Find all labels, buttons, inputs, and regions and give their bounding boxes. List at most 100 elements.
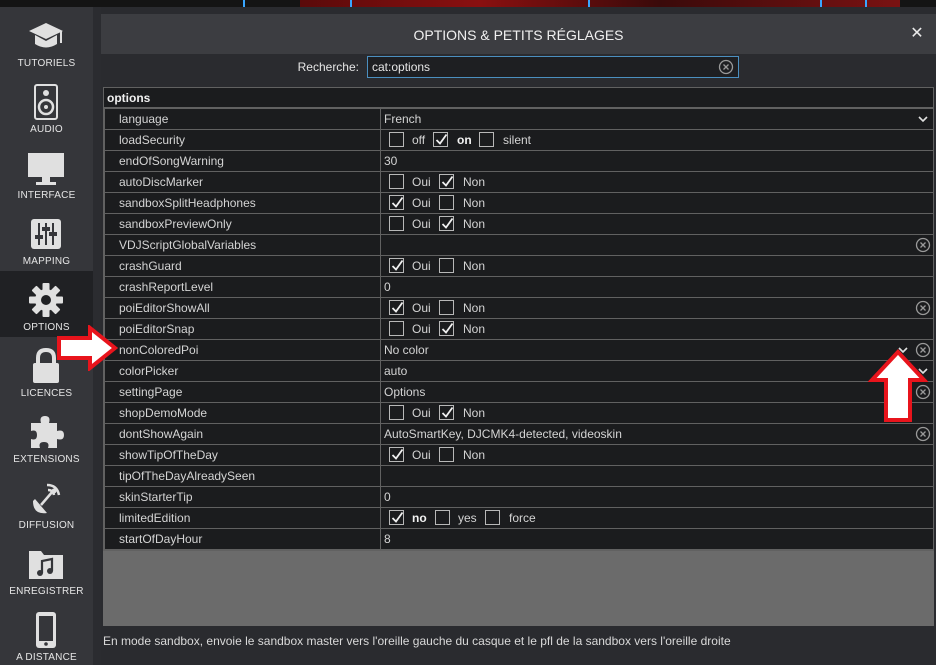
- sidebar-item-label: INTERFACE: [17, 190, 76, 201]
- sidebar-item-label: TUTORIELS: [17, 58, 76, 69]
- strip-marker: [588, 0, 590, 7]
- option-name: language: [105, 109, 380, 129]
- checkbox-oui[interactable]: [389, 174, 404, 189]
- option-value-field[interactable]: Options: [381, 382, 933, 402]
- option-value-field[interactable]: [381, 466, 933, 486]
- option-label: on: [457, 133, 472, 147]
- checkbox-silent[interactable]: [479, 132, 494, 147]
- option-value-dropdown[interactable]: auto: [381, 361, 933, 381]
- option-label: Non: [463, 217, 486, 231]
- sidebar-item-mapping[interactable]: MAPPING: [0, 205, 93, 271]
- option-value-dropdown[interactable]: French: [381, 109, 933, 129]
- sidebar-item-label: AUDIO: [30, 124, 63, 135]
- reset-icon[interactable]: [915, 237, 931, 253]
- strip-marker: [243, 0, 245, 7]
- table-row: crashReportLevel 0: [104, 277, 933, 298]
- sidebar-item-interface[interactable]: INTERFACE: [0, 139, 93, 205]
- checkbox-non[interactable]: [439, 174, 454, 189]
- table-row: poiEditorShowAll Oui Non: [104, 298, 933, 319]
- sidebar-item-extensions[interactable]: EXTENSIONS: [0, 403, 93, 469]
- table-row: settingPage Options: [104, 382, 933, 403]
- sidebar-item-tutoriels[interactable]: TUTORIELS: [0, 7, 93, 73]
- checkbox-non[interactable]: [439, 321, 454, 336]
- option-name: crashGuard: [105, 256, 380, 276]
- table-row: VDJScriptGlobalVariables: [104, 235, 933, 256]
- chevron-down-icon[interactable]: [917, 113, 929, 125]
- table-row: nonColoredPoi No color: [104, 340, 933, 361]
- phone-icon: [36, 612, 56, 648]
- checkbox-oui[interactable]: [389, 405, 404, 420]
- checkbox-on[interactable]: [433, 132, 448, 147]
- clear-search-icon[interactable]: [718, 59, 734, 75]
- option-label: Non: [463, 406, 486, 420]
- sidebar-item-label: EXTENSIONS: [13, 454, 80, 465]
- reset-icon[interactable]: [915, 426, 931, 442]
- table-row: language French: [104, 109, 933, 130]
- checkbox-oui[interactable]: [389, 447, 404, 462]
- option-value: Oui Non: [381, 403, 933, 423]
- search-label: Recherche:: [297, 60, 359, 74]
- option-label: Oui: [412, 406, 431, 420]
- sidebar-item-audio[interactable]: AUDIO: [0, 73, 93, 139]
- option-value-field[interactable]: 8: [381, 529, 933, 549]
- option-value-field[interactable]: 30: [381, 151, 933, 171]
- option-name: colorPicker: [105, 361, 380, 381]
- option-value-field[interactable]: [381, 235, 933, 255]
- checkbox-non[interactable]: [439, 405, 454, 420]
- checkbox-non[interactable]: [439, 300, 454, 315]
- option-name: showTipOfTheDay: [105, 445, 380, 465]
- checkmark-icon: [391, 259, 404, 271]
- option-value: Oui Non: [381, 298, 933, 318]
- checkbox-non[interactable]: [439, 195, 454, 210]
- option-value-field[interactable]: AutoSmartKey, DJCMK4-detected, videoskin: [381, 424, 933, 444]
- option-label: no: [412, 511, 427, 525]
- search-box: [367, 56, 739, 78]
- option-value-field[interactable]: 0: [381, 277, 933, 297]
- checkbox-force[interactable]: [485, 510, 500, 525]
- option-name: sandboxSplitHeadphones: [105, 193, 380, 213]
- option-label: Oui: [412, 196, 431, 210]
- option-label: Non: [463, 196, 486, 210]
- option-value: 8: [384, 532, 391, 546]
- option-label: Oui: [412, 217, 431, 231]
- checkbox-oui[interactable]: [389, 195, 404, 210]
- checkbox-non[interactable]: [439, 216, 454, 231]
- close-button[interactable]: ✕: [908, 25, 926, 43]
- checkbox-oui[interactable]: [389, 321, 404, 336]
- checkbox-yes[interactable]: [435, 510, 450, 525]
- sidebar-item-a-distance[interactable]: A DISTANCE: [0, 601, 93, 665]
- option-name: VDJScriptGlobalVariables: [105, 235, 380, 255]
- option-label: Oui: [412, 175, 431, 189]
- options-dialog: OPTIONS & PETITS RÉGLAGES ✕ Recherche: o…: [101, 7, 936, 665]
- sidebar-item-diffusion[interactable]: DIFFUSION: [0, 469, 93, 535]
- reset-icon[interactable]: [915, 300, 931, 316]
- checkmark-icon: [441, 406, 454, 418]
- option-description: En mode sandbox, envoie le sandbox maste…: [103, 634, 731, 648]
- checkbox-oui[interactable]: [389, 216, 404, 231]
- checkbox-off[interactable]: [389, 132, 404, 147]
- up-arrow-annotation-icon: [868, 349, 928, 422]
- checkbox-oui[interactable]: [389, 258, 404, 273]
- table-row: shopDemoMode Oui Non: [104, 403, 933, 424]
- option-label: off: [412, 133, 426, 147]
- checkmark-icon: [391, 511, 404, 523]
- option-label: Oui: [412, 301, 431, 315]
- table-row: autoDiscMarker Oui Non: [104, 172, 933, 193]
- option-label: Oui: [412, 322, 431, 336]
- option-name: crashReportLevel: [105, 277, 380, 297]
- music-folder-icon: [29, 551, 63, 579]
- table-row: limitedEdition no yes force: [104, 508, 933, 529]
- checkbox-oui[interactable]: [389, 300, 404, 315]
- option-value-dropdown[interactable]: No color: [381, 340, 933, 360]
- checkbox-non[interactable]: [439, 447, 454, 462]
- sidebar-item-enregistrer[interactable]: ENREGISTRER: [0, 535, 93, 601]
- option-name: poiEditorShowAll: [105, 298, 380, 318]
- option-label: Non: [463, 448, 486, 462]
- puzzle-icon: [31, 416, 64, 448]
- checkbox-non[interactable]: [439, 258, 454, 273]
- option-value: 30: [384, 154, 398, 168]
- checkbox-no[interactable]: [389, 510, 404, 525]
- search-input[interactable]: [372, 59, 712, 75]
- option-value-field[interactable]: 0: [381, 487, 933, 507]
- option-value: Oui Non: [381, 193, 933, 213]
